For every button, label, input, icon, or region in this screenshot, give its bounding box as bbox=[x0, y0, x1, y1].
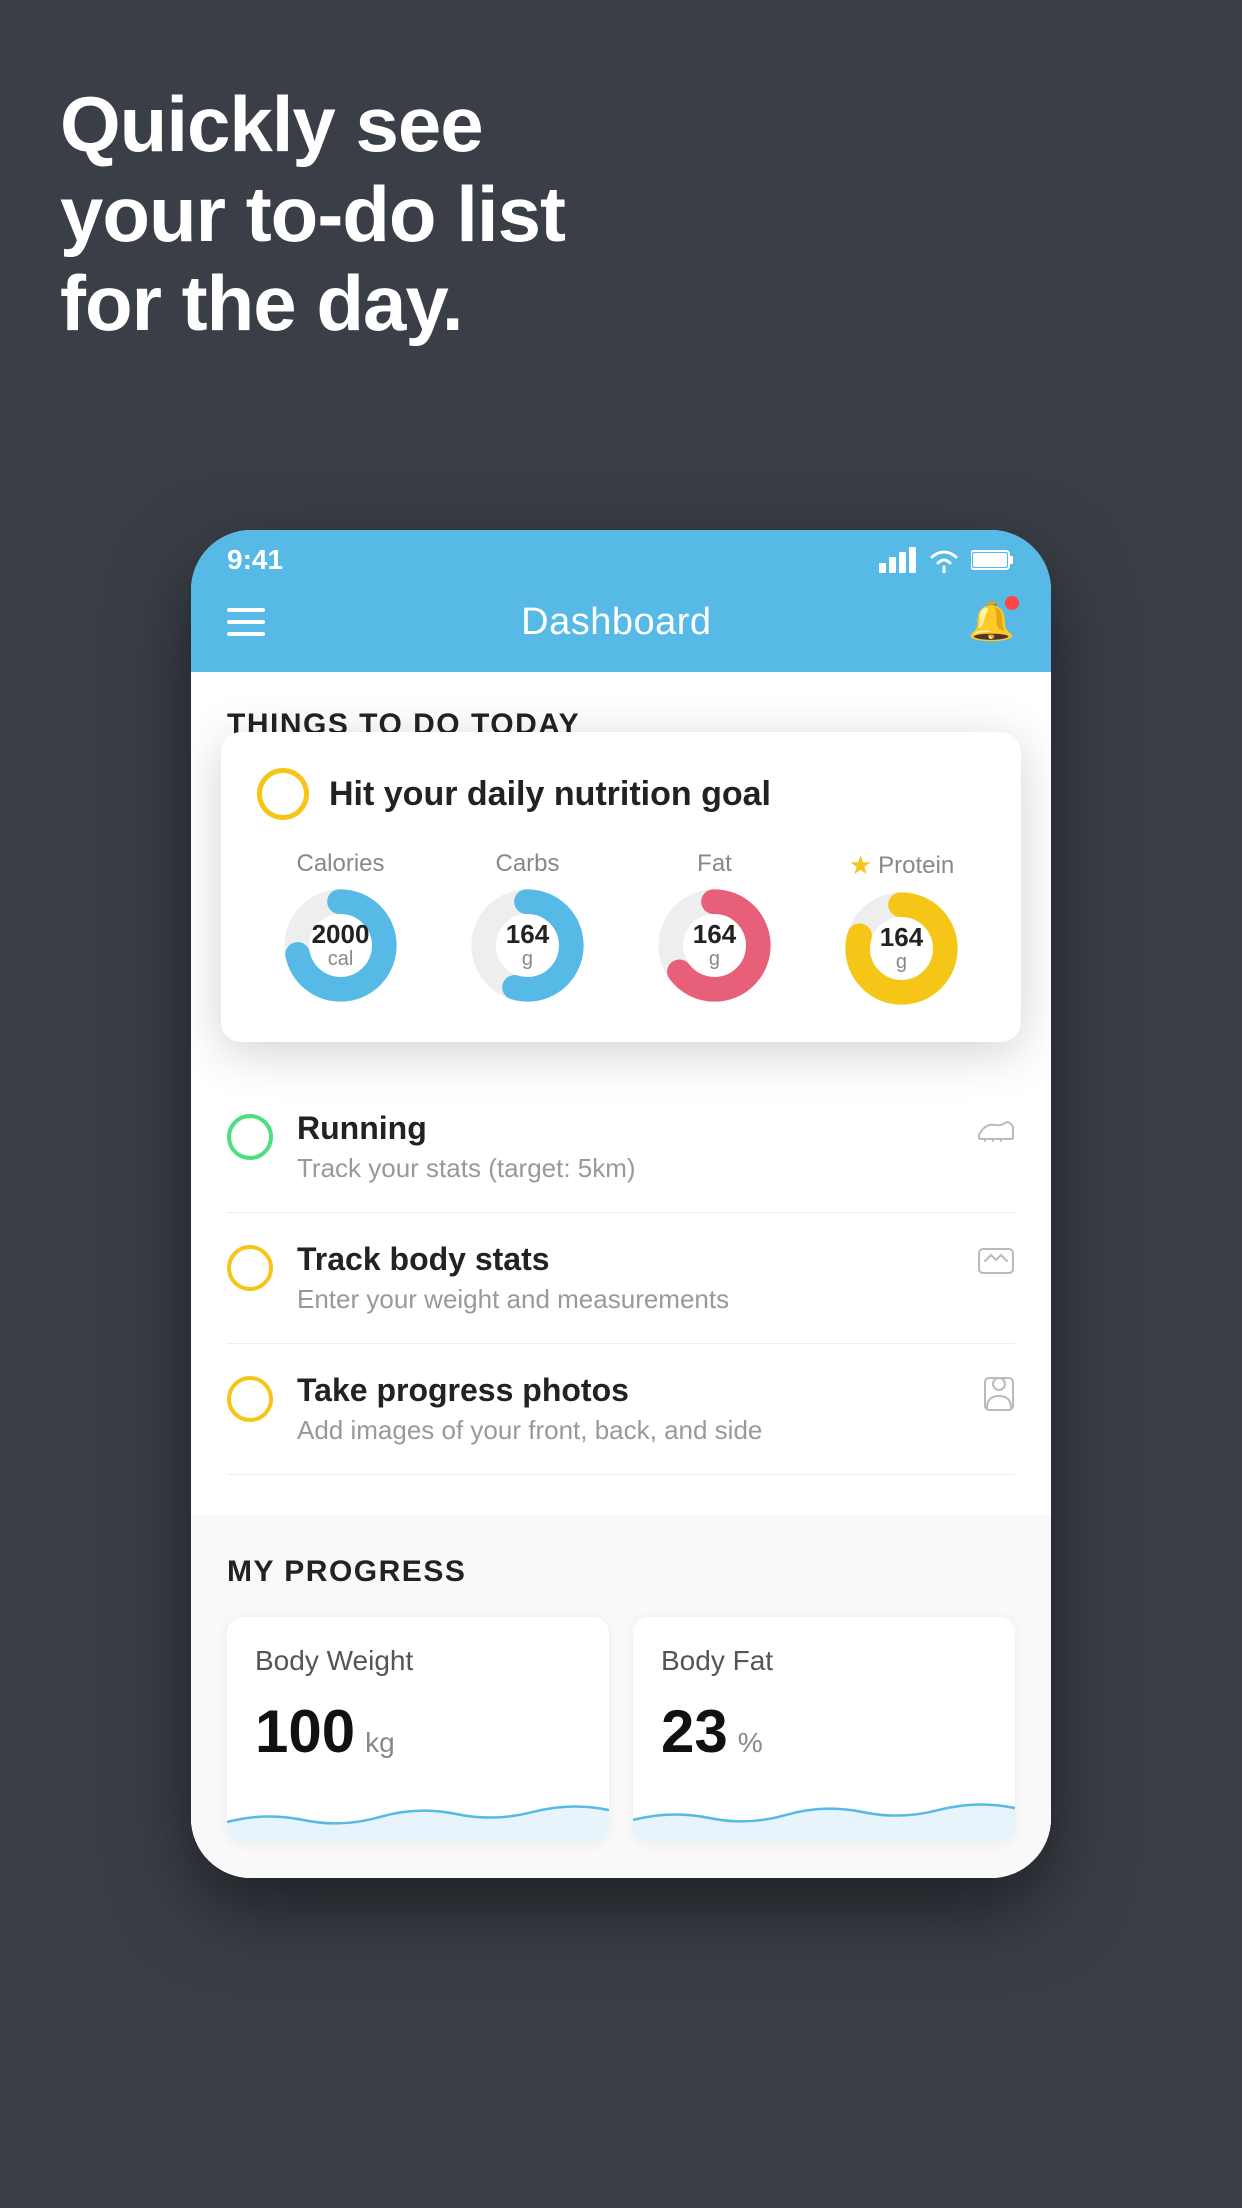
task-checkbox[interactable] bbox=[257, 768, 309, 820]
nutrition-card[interactable]: Hit your daily nutrition goal Calories 2… bbox=[221, 732, 1021, 1042]
list-item[interactable]: Running Track your stats (target: 5km) bbox=[227, 1082, 1015, 1213]
nav-title: Dashboard bbox=[521, 601, 711, 644]
carbs-value: 164 bbox=[506, 920, 549, 949]
phone-shell: 9:41 bbox=[191, 530, 1051, 1878]
body-fat-value: 23 bbox=[661, 1697, 728, 1766]
body-stats-title: Track body stats bbox=[297, 1241, 953, 1278]
body-fat-title: Body Fat bbox=[661, 1645, 987, 1677]
fat-unit: g bbox=[693, 948, 736, 971]
body-weight-value-row: 100 kg bbox=[255, 1697, 581, 1766]
photos-text: Take progress photos Add images of your … bbox=[297, 1372, 959, 1446]
fat-label: Fat bbox=[697, 850, 732, 878]
list-item[interactable]: Take progress photos Add images of your … bbox=[227, 1344, 1015, 1475]
calories-value: 2000 bbox=[312, 920, 370, 949]
nutrition-calories: Calories 2000 cal bbox=[283, 850, 398, 1003]
body-fat-card[interactable]: Body Fat 23 % bbox=[633, 1617, 1015, 1842]
running-subtitle: Track your stats (target: 5km) bbox=[297, 1153, 953, 1184]
progress-section: MY PROGRESS Body Weight 100 kg bbox=[191, 1515, 1051, 1878]
nutrition-fat: Fat 164 g bbox=[657, 850, 772, 1003]
running-text: Running Track your stats (target: 5km) bbox=[297, 1110, 953, 1184]
person-icon bbox=[983, 1376, 1015, 1420]
photos-subtitle: Add images of your front, back, and side bbox=[297, 1415, 959, 1446]
photos-title: Take progress photos bbox=[297, 1372, 959, 1409]
body-weight-card[interactable]: Body Weight 100 kg bbox=[227, 1617, 609, 1842]
task-checkbox-body-stats[interactable] bbox=[227, 1245, 273, 1291]
main-content: THINGS TO DO TODAY Hit your daily nutrit… bbox=[191, 672, 1051, 1878]
wifi-icon bbox=[927, 547, 961, 573]
body-fat-unit: % bbox=[738, 1727, 763, 1759]
notification-bell[interactable]: 🔔 bbox=[968, 600, 1015, 644]
star-icon: ★ bbox=[849, 850, 872, 881]
task-checkbox-running[interactable] bbox=[227, 1114, 273, 1160]
list-item[interactable]: Track body stats Enter your weight and m… bbox=[227, 1213, 1015, 1344]
body-weight-value: 100 bbox=[255, 1697, 355, 1766]
body-weight-unit: kg bbox=[365, 1727, 395, 1759]
card-title-row: Hit your daily nutrition goal bbox=[257, 768, 985, 820]
calories-chart: 2000 cal bbox=[283, 888, 398, 1003]
body-weight-title: Body Weight bbox=[255, 1645, 581, 1677]
body-stats-text: Track body stats Enter your weight and m… bbox=[297, 1241, 953, 1315]
body-fat-value-row: 23 % bbox=[661, 1697, 987, 1766]
nutrition-carbs: Carbs 164 g bbox=[470, 850, 585, 1003]
body-fat-chart bbox=[633, 1782, 1015, 1842]
carbs-label: Carbs bbox=[495, 850, 559, 878]
headline-line2: your to-do list bbox=[60, 170, 565, 260]
body-weight-chart bbox=[227, 1782, 609, 1842]
fat-value: 164 bbox=[693, 920, 736, 949]
signal-icon bbox=[879, 547, 917, 573]
nutrition-protein: ★ Protein 164 g bbox=[844, 850, 959, 1006]
progress-cards: Body Weight 100 kg Body Fat bbox=[227, 1617, 1015, 1842]
carbs-unit: g bbox=[506, 948, 549, 971]
card-title: Hit your daily nutrition goal bbox=[329, 775, 771, 814]
task-list: Running Track your stats (target: 5km) T… bbox=[191, 1082, 1051, 1475]
protein-chart: 164 g bbox=[844, 891, 959, 1006]
mid-spacer bbox=[191, 1475, 1051, 1515]
nutrition-row: Calories 2000 cal Carbs bbox=[257, 850, 985, 1006]
status-time: 9:41 bbox=[227, 544, 283, 576]
running-title: Running bbox=[297, 1110, 953, 1147]
headline: Quickly see your to-do list for the day. bbox=[60, 80, 565, 349]
headline-line3: for the day. bbox=[60, 259, 565, 349]
shoe-icon bbox=[977, 1114, 1015, 1151]
task-checkbox-photos[interactable] bbox=[227, 1376, 273, 1422]
calories-label: Calories bbox=[296, 850, 384, 878]
status-bar: 9:41 bbox=[191, 530, 1051, 586]
headline-line1: Quickly see bbox=[60, 80, 565, 170]
battery-icon bbox=[971, 549, 1015, 571]
protein-value: 164 bbox=[880, 923, 923, 952]
fat-chart: 164 g bbox=[657, 888, 772, 1003]
nav-bar: Dashboard 🔔 bbox=[191, 586, 1051, 672]
protein-unit: g bbox=[880, 951, 923, 974]
progress-header: MY PROGRESS bbox=[227, 1555, 1015, 1589]
body-stats-subtitle: Enter your weight and measurements bbox=[297, 1284, 953, 1315]
protein-label: Protein bbox=[878, 852, 954, 880]
hamburger-menu[interactable] bbox=[227, 608, 265, 636]
calories-unit: cal bbox=[312, 948, 370, 971]
scale-icon bbox=[977, 1245, 1015, 1285]
carbs-chart: 164 g bbox=[470, 888, 585, 1003]
protein-label-row: ★ Protein bbox=[849, 850, 954, 881]
status-icons bbox=[879, 547, 1015, 573]
notification-dot bbox=[1005, 596, 1019, 610]
